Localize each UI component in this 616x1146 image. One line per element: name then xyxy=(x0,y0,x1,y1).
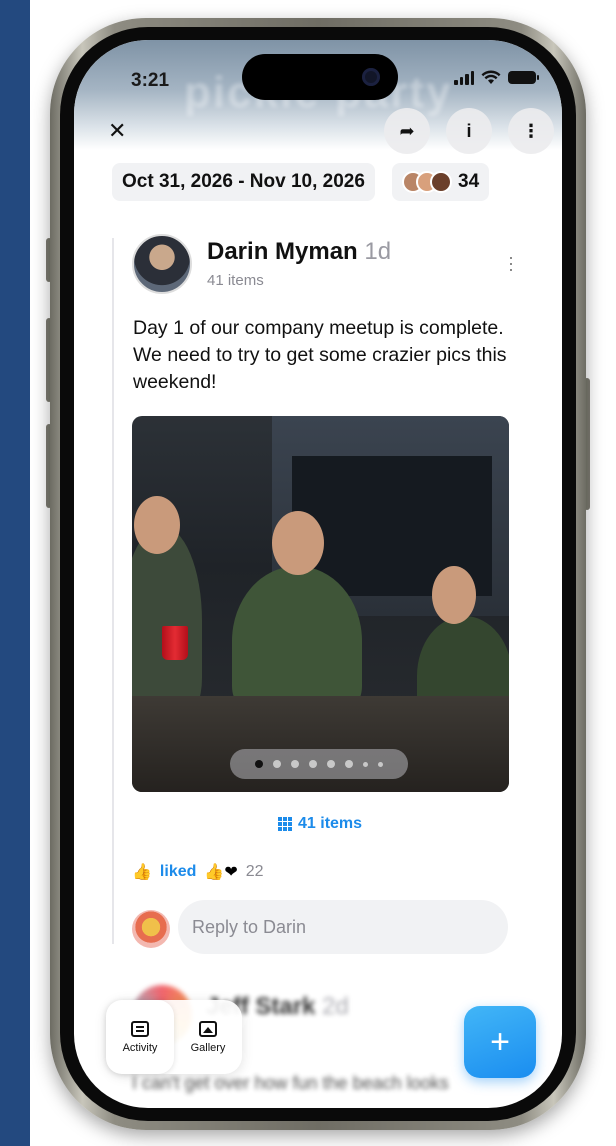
camera-icon xyxy=(362,68,380,86)
participant-avatars xyxy=(402,171,452,193)
event-date-range[interactable]: Oct 31, 2026 - Nov 10, 2026 xyxy=(112,163,375,201)
share-button[interactable]: ➦ xyxy=(384,108,430,154)
author-name: Darin Myman xyxy=(207,238,358,265)
share-icon: ➦ xyxy=(399,120,415,141)
info-button[interactable]: i xyxy=(446,108,492,154)
post-author[interactable]: Darin Myman 1d xyxy=(207,238,391,266)
reactions-row: 👍 liked 👍❤ 22 xyxy=(132,862,264,882)
bottom-tab-bar: Activity Gallery xyxy=(106,1000,242,1074)
view-all-items-link[interactable]: 41 items xyxy=(278,815,362,833)
thumbs-up-icon[interactable]: 👍 xyxy=(132,862,152,882)
participants-chip[interactable]: 34 xyxy=(392,163,490,201)
tab-gallery-label: Gallery xyxy=(190,1041,226,1054)
phone-screen: pickle party 3:21 ✕ ➦ i ⋮ Oct 31, 2026 -… xyxy=(74,40,562,1108)
more-options-button[interactable]: ⋮ xyxy=(508,108,554,154)
status-icons xyxy=(454,70,539,85)
post-age: 1d xyxy=(364,238,392,265)
info-icon: i xyxy=(466,120,472,141)
post-item-count: 41 items xyxy=(207,272,264,289)
reply-input[interactable]: Reply to Darin xyxy=(178,900,508,954)
current-user-avatar xyxy=(132,910,170,948)
post-text: Day 1 of our company meetup is complete.… xyxy=(133,317,507,393)
dynamic-island xyxy=(242,54,398,100)
carousel-dots[interactable] xyxy=(230,749,408,779)
post-photo[interactable] xyxy=(132,416,509,792)
participant-count: 34 xyxy=(458,171,480,192)
newspaper-icon xyxy=(131,1020,149,1037)
signal-icon xyxy=(454,70,474,85)
items-link-label: 41 items xyxy=(298,815,363,832)
tab-gallery[interactable]: Gallery xyxy=(174,1000,242,1074)
wifi-icon xyxy=(481,70,501,84)
add-button[interactable]: + xyxy=(464,1006,536,1078)
more-vertical-icon: ⋮ xyxy=(522,120,540,141)
next-post-text: I can't get over how fun the beach looks xyxy=(132,1073,449,1093)
battery-icon xyxy=(508,71,539,84)
thread-line xyxy=(112,238,114,944)
close-icon[interactable]: ✕ xyxy=(108,118,126,144)
header-actions: ➦ i ⋮ xyxy=(384,108,554,154)
status-time: 3:21 xyxy=(131,70,170,91)
reaction-emojis[interactable]: 👍❤ xyxy=(204,862,237,882)
liked-label[interactable]: liked xyxy=(160,863,196,881)
image-icon xyxy=(199,1020,217,1037)
post-more-icon[interactable]: · · · xyxy=(508,248,514,278)
avatar[interactable] xyxy=(132,234,192,294)
tab-activity[interactable]: Activity xyxy=(106,1000,174,1074)
reaction-count[interactable]: 22 xyxy=(246,863,264,881)
grid-icon xyxy=(278,817,292,831)
tab-activity-label: Activity xyxy=(122,1041,158,1054)
